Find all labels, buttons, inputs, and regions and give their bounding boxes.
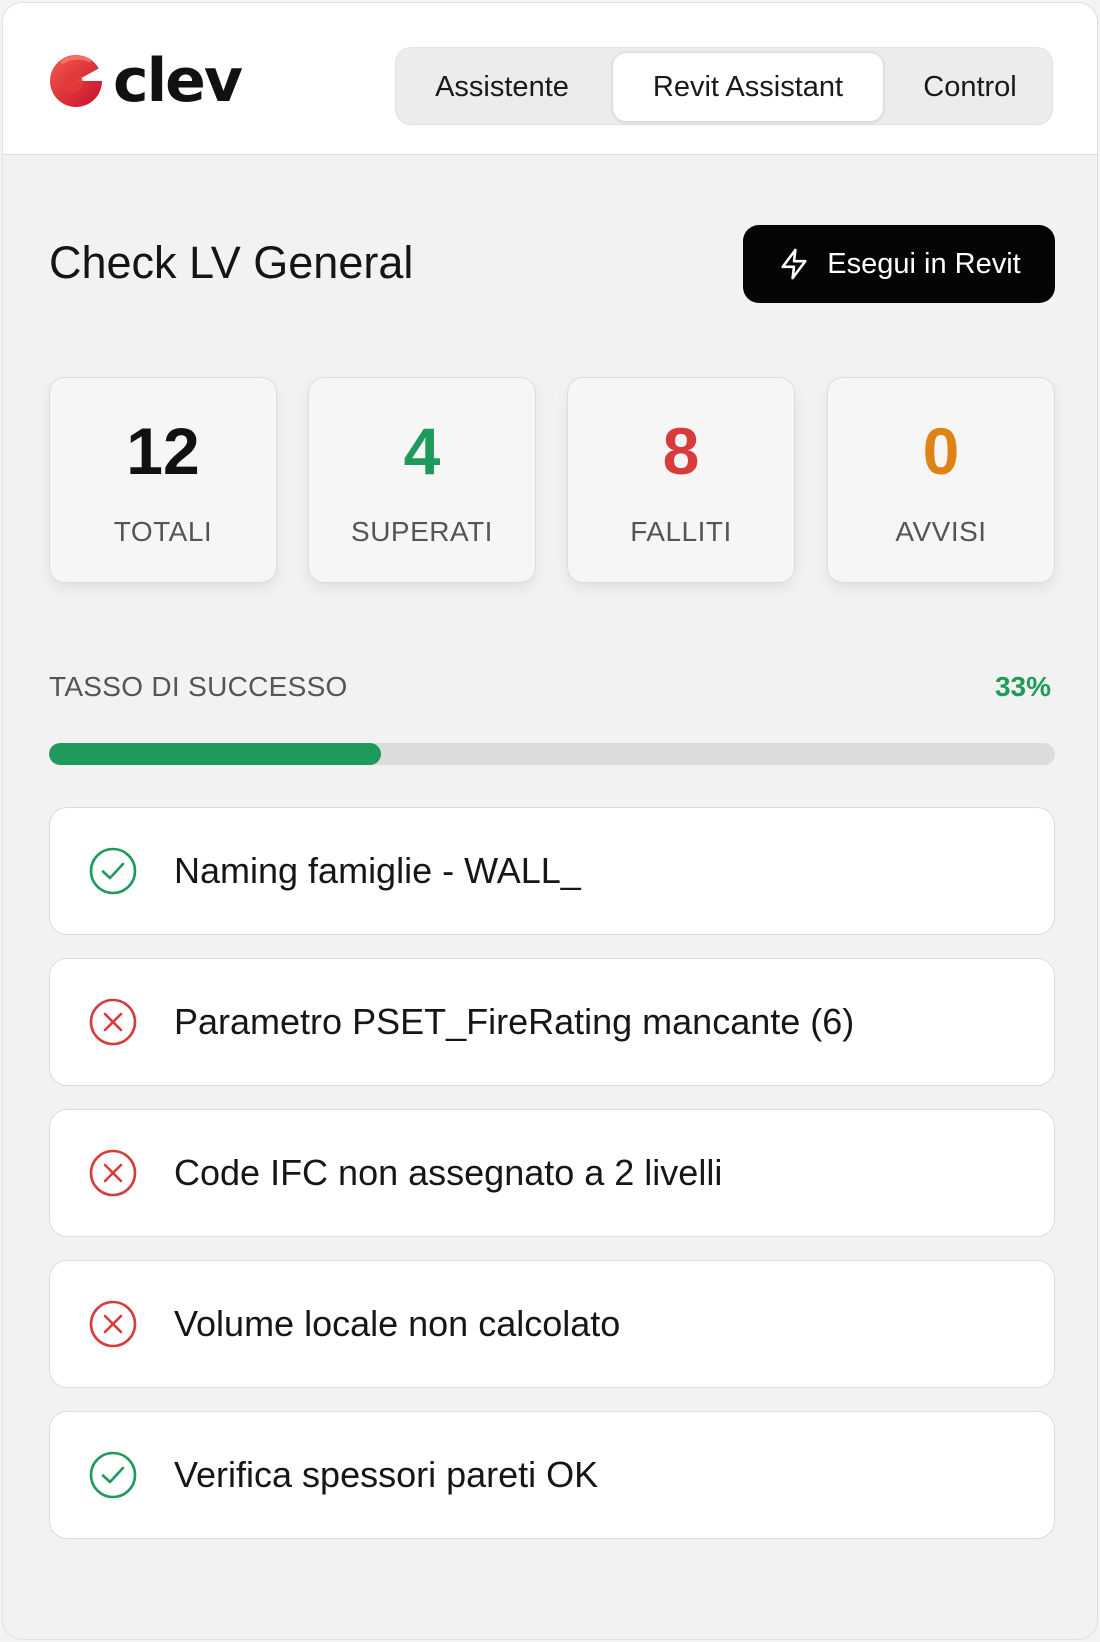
title-row: Check LV General Esegui in Revit	[49, 225, 1055, 305]
stat-card-total: 12 TOTALI	[49, 377, 277, 583]
stat-label: TOTALI	[113, 516, 213, 547]
check-item[interactable]: Parametro PSET_FireRating mancante (6)	[49, 958, 1055, 1086]
stat-card-failed: 8 FALLITI	[567, 377, 795, 583]
tab-control[interactable]: Control	[894, 52, 1046, 122]
check-item[interactable]: Code IFC non assegnato a 2 livelli	[49, 1109, 1055, 1237]
check-item-label: Parametro PSET_FireRating mancante (6)	[174, 1001, 855, 1042]
stats-row: 12 TOTALI 4 SUPERATI 8 FALLITI 0 AVVISI	[49, 377, 1055, 585]
stat-value: 0	[922, 414, 960, 488]
stat-label: AVVISI	[895, 516, 987, 547]
logo: clev	[47, 46, 243, 116]
check-item[interactable]: Verifica spessori pareti OK	[49, 1411, 1055, 1539]
x-circle-icon	[89, 998, 137, 1046]
check-item-label: Code IFC non assegnato a 2 livelli	[174, 1152, 723, 1193]
check-circle-icon	[89, 1451, 137, 1499]
check-item[interactable]: Volume locale non calcolato	[49, 1260, 1055, 1388]
tab-assistente[interactable]: Assistente	[404, 52, 600, 122]
stat-card-passed: 4 SUPERATI	[308, 377, 536, 583]
stat-value: 4	[403, 414, 441, 488]
success-rate-progress-bar	[49, 743, 1055, 765]
success-rate-label: TASSO DI SUCCESSO	[49, 671, 348, 702]
check-item-label: Naming famiglie - WALL_	[174, 850, 581, 891]
check-circle-icon	[89, 847, 137, 895]
stat-card-warnings: 0 AVVISI	[827, 377, 1055, 583]
stat-label: FALLITI	[630, 516, 732, 547]
tab-revit-assistant[interactable]: Revit Assistant	[612, 52, 884, 122]
clev-logo-icon	[50, 55, 105, 107]
main-tabs: Assistente Revit Assistant Control	[395, 47, 1053, 125]
lightning-icon	[781, 248, 807, 280]
x-circle-icon	[89, 1300, 137, 1348]
logo-text: clev	[113, 46, 243, 116]
app-window: clev Assistente Revit Assistant Control …	[2, 2, 1098, 1640]
check-item[interactable]: Naming famiglie - WALL_	[49, 807, 1055, 935]
stat-value: 8	[662, 414, 700, 488]
progress-fill	[49, 743, 381, 765]
run-in-revit-label: Esegui in Revit	[827, 247, 1021, 280]
stat-label: SUPERATI	[351, 516, 493, 547]
app-header: clev Assistente Revit Assistant Control	[3, 3, 1097, 155]
x-circle-icon	[89, 1149, 137, 1197]
check-item-label: Volume locale non calcolato	[174, 1303, 621, 1344]
stat-value: 12	[126, 414, 200, 488]
check-results-list: Naming famiglie - WALL_ Parametro PSET_F…	[49, 807, 1055, 1562]
success-rate-value: 33%	[994, 671, 1051, 702]
page-title: Check LV General	[49, 237, 414, 288]
run-in-revit-button[interactable]: Esegui in Revit	[743, 225, 1055, 303]
check-item-label: Verifica spessori pareti OK	[174, 1454, 599, 1495]
